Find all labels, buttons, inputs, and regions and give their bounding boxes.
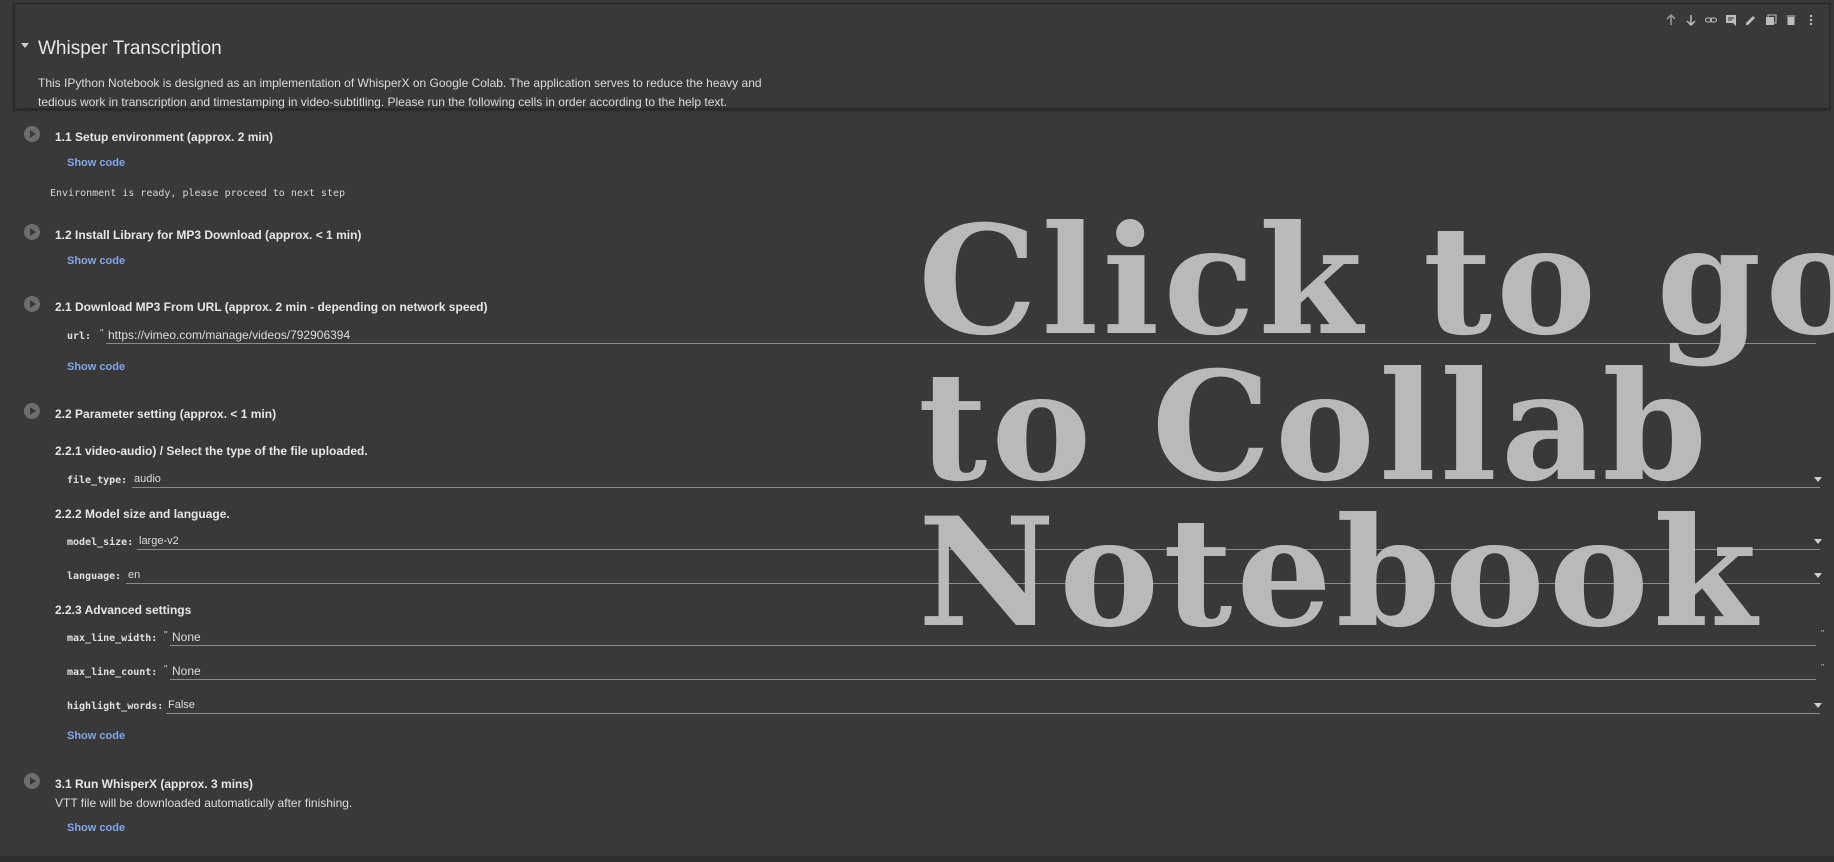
more-icon[interactable] (1803, 12, 1819, 28)
header-text-cell[interactable]: Whisper Transcription This IPython Noteb… (14, 3, 1830, 109)
model-size-label: model_size: (67, 537, 134, 548)
colab-page: Whisper Transcription This IPython Noteb… (0, 0, 1834, 862)
highlight-words-label: highlight_words: (67, 701, 164, 712)
bottom-edge (0, 856, 1834, 862)
show-code-link-2-1[interactable]: Show code (67, 361, 125, 373)
cell-title-3-1: 3.1 Run WhisperX (approx. 3 mins) (55, 777, 254, 791)
open-colab-overlay-link[interactable]: Click to go to Collab Notebook (918, 193, 1834, 661)
subheading-2-2-3: 2.2.3 Advanced settings (55, 603, 192, 617)
overlay-line-3: Notebook (918, 485, 1761, 661)
cell-title-1-1: 1.1 Setup environment (approx. 2 min) (55, 130, 274, 144)
arrow-down-icon[interactable] (1683, 12, 1699, 28)
run-cell-button-1-1[interactable] (24, 126, 40, 142)
comment-icon[interactable] (1723, 12, 1739, 28)
run-cell-button-1-2[interactable] (24, 224, 40, 240)
show-code-link-2-2[interactable]: Show code (67, 730, 125, 742)
quote-mark-icon: " (1821, 663, 1824, 672)
copy-icon[interactable] (1763, 12, 1779, 28)
notebook-title: Whisper Transcription (38, 38, 222, 59)
cell-title-2-2: 2.2 Parameter setting (approx. < 1 min) (55, 407, 277, 421)
subheading-2-2-1: 2.2.1 video-audio) / Select the type of … (55, 444, 368, 458)
quote-mark-icon: " (164, 630, 168, 641)
edit-icon[interactable] (1743, 12, 1759, 28)
cell-output-1-1: Environment is ready, please proceed to … (50, 188, 346, 199)
show-code-link-1-1[interactable]: Show code (67, 157, 125, 169)
overlay-line-1: Click to go (918, 193, 1834, 369)
notebook-description: This IPython Notebook is designed as an … (38, 76, 762, 109)
max-line-count-input[interactable]: None (170, 664, 1816, 680)
arrow-up-icon[interactable] (1663, 12, 1679, 28)
file-type-label: file_type: (67, 475, 128, 486)
cell-toolbar (1663, 12, 1819, 28)
quote-mark-icon: " (164, 664, 168, 675)
subheading-2-2-2: 2.2.2 Model size and language. (55, 507, 230, 521)
show-code-link-1-2[interactable]: Show code (67, 255, 125, 267)
delete-icon[interactable] (1783, 12, 1799, 28)
max-line-width-label: max_line_width: (67, 633, 158, 644)
url-label: url: (67, 331, 92, 342)
quote-mark-icon: " (100, 328, 104, 339)
cell-note-3-1: VTT file will be downloaded automaticall… (55, 796, 353, 810)
cell-title-1-2: 1.2 Install Library for MP3 Download (ap… (55, 228, 362, 242)
highlight-words-select[interactable]: False (166, 698, 1820, 714)
max-line-count-label: max_line_count: (67, 667, 158, 678)
overlay-line-2: to Collab (918, 339, 1712, 515)
language-label: language: (67, 571, 122, 582)
show-code-link-3-1[interactable]: Show code (67, 822, 125, 834)
run-cell-button-3-1[interactable] (24, 773, 40, 789)
cell-title-2-1: 2.1 Download MP3 From URL (approx. 2 min… (55, 300, 488, 314)
run-cell-button-2-1[interactable] (24, 296, 40, 312)
chevron-down-icon[interactable] (1814, 703, 1822, 708)
run-cell-button-2-2[interactable] (24, 403, 40, 419)
link-icon[interactable] (1703, 12, 1719, 28)
collapse-section-icon[interactable] (21, 43, 29, 48)
